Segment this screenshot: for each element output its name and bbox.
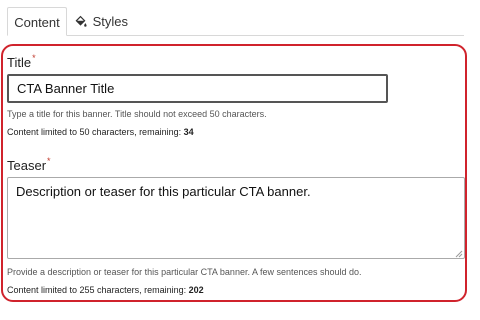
tab-bar: Content Styles [0,0,480,36]
paint-bucket-icon [75,15,87,27]
teaser-help-text: Provide a description or teaser for this… [7,267,362,277]
resize-handle-icon[interactable] [455,250,463,258]
tab-styles-label: Styles [92,14,129,29]
teaser-label: Teaser* [7,156,51,173]
tab-content-label: Content [14,15,60,30]
tab-styles[interactable]: Styles [74,7,134,36]
title-required-marker: * [32,53,36,63]
teaser-remaining-count: 202 [188,285,204,295]
title-remaining-count: 34 [183,127,194,137]
title-label: Title* [7,53,36,70]
teaser-textarea[interactable]: Description or teaser for this particula… [7,177,465,259]
title-input[interactable] [7,74,388,103]
title-char-limit: Content limited to 50 characters, remain… [7,127,194,137]
tab-content[interactable]: Content [7,7,67,36]
teaser-required-marker: * [47,156,51,166]
teaser-char-limit: Content limited to 255 characters, remai… [7,285,204,295]
tab-divider [67,35,464,36]
title-help-text: Type a title for this banner. Title shou… [7,109,267,119]
